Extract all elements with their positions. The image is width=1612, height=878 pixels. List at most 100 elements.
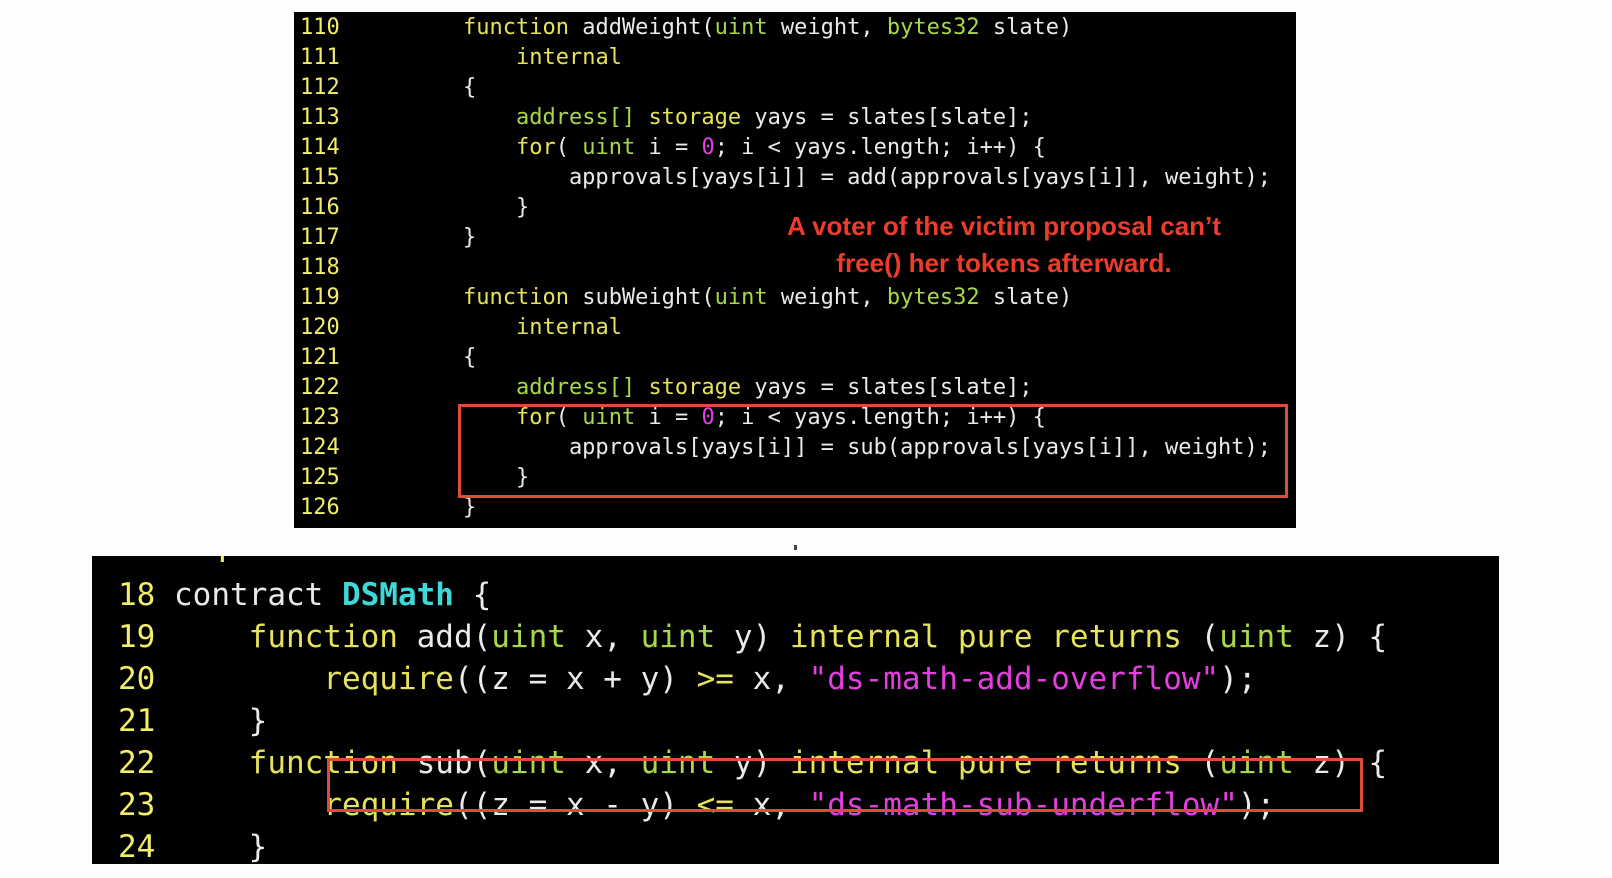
line-number: 23 [118, 787, 156, 823]
code-token: x, [565, 745, 641, 781]
code-token: >= [696, 661, 734, 697]
code-text: function addWeight(uint weight, bytes32 … [410, 15, 1072, 40]
code-token: internal [515, 45, 622, 70]
annotation-line: free() her tokens afterward. [836, 248, 1172, 278]
code-line: 113 address[] storage yays = slates[slat… [294, 103, 1296, 133]
line-number: 123 [300, 405, 340, 430]
code-token: } [410, 465, 530, 490]
code-text: function sub(uint x, uint y) internal pu… [174, 745, 1388, 781]
code-token: ((z = x - y) [453, 787, 697, 823]
code-token: uint [640, 619, 716, 655]
code-text: require((z = x + y) >= x, "ds-math-add-o… [174, 661, 1257, 697]
code-token: add( [397, 619, 492, 655]
code-text: } [174, 829, 268, 865]
code-line: 22 function sub(uint x, uint y) internal… [92, 742, 1499, 784]
code-lines: 18 contract DSMath {19 function add(uint … [92, 574, 1499, 868]
code-token: pure [957, 745, 1033, 781]
code-line: 115 approvals[yays[i]] = add(approvals[y… [294, 163, 1296, 193]
code-token: sub( [397, 745, 492, 781]
code-line: 24 } [92, 826, 1499, 868]
code-text: address[] storage yays = slates[slate]; [410, 375, 1033, 400]
code-token: subWeight( [568, 285, 715, 310]
code-token: i = [635, 135, 702, 160]
code-token: y) [715, 619, 790, 655]
code-token: uint [714, 15, 768, 40]
code-token: ( [1181, 619, 1220, 655]
code-token: uint [582, 405, 636, 430]
code-token: ); [1237, 787, 1276, 823]
code-text: internal [410, 45, 622, 70]
code-line: 111 internal [294, 43, 1296, 73]
annotation-line: A voter of the victim proposal can’t [787, 211, 1221, 241]
code-line: 126 } [294, 493, 1296, 523]
line-number: 120 [300, 315, 340, 340]
code-token: } [174, 703, 268, 739]
code-line: 120 internal [294, 313, 1296, 343]
code-text: approvals[yays[i]] = add(approvals[yays[… [410, 165, 1271, 190]
code-line: 119 function subWeight(uint weight, byte… [294, 283, 1296, 313]
code-token: uint [491, 619, 566, 655]
code-token: require [323, 661, 454, 697]
code-token: uint [1219, 619, 1294, 655]
code-token: yays = slates[slate]; [741, 105, 1033, 130]
code-token: ( [1181, 745, 1220, 781]
code-token: i = [635, 405, 702, 430]
code-token: 0 [701, 135, 715, 160]
code-line: 114 for( uint i = 0; i < yays.length; i+… [294, 133, 1296, 163]
code-token: internal [789, 745, 940, 781]
code-text: internal [410, 315, 622, 340]
line-number: 111 [300, 45, 340, 70]
line-number: 125 [300, 465, 340, 490]
code-token: uint [1219, 745, 1294, 781]
code-token: { [410, 345, 477, 370]
code-text: function subWeight(uint weight, bytes32 … [410, 285, 1072, 310]
line-number: 118 [300, 255, 340, 280]
line-number: 114 [300, 135, 340, 160]
code-line: 21 } [92, 700, 1499, 742]
code-token: for [515, 135, 556, 160]
code-token: approvals[yays[i]] = add(approvals[yays[… [410, 165, 1271, 190]
code-text: require((z = x - y) <= x, "ds-math-sub-u… [174, 787, 1275, 823]
code-line: 112 { [294, 73, 1296, 103]
line-number: 119 [300, 285, 340, 310]
code-token: y) [715, 745, 790, 781]
code-token: } [410, 495, 477, 520]
code-line: 122 address[] storage yays = slates[slat… [294, 373, 1296, 403]
code-line: 123 for( uint i = 0; i < yays.length; i+… [294, 403, 1296, 433]
code-token: ((z = x + y) [453, 661, 697, 697]
code-token: slate) [979, 285, 1073, 310]
code-token: address[] [515, 375, 636, 400]
code-token: function [462, 285, 569, 310]
code-line: 19 function add(uint x, uint y) internal… [92, 616, 1499, 658]
code-text: for( uint i = 0; i < yays.length; i++) { [410, 405, 1046, 430]
code-text: { [410, 345, 476, 370]
code-token: "ds-math-add-overflow" [808, 661, 1220, 697]
code-token: require [323, 787, 454, 823]
code-token: weight, [767, 285, 887, 310]
code-text: } [410, 465, 529, 490]
code-token: returns [1051, 745, 1182, 781]
code-token: x, [733, 661, 809, 697]
mouse-cursor-icon [794, 545, 797, 550]
code-token: z) { [1293, 619, 1388, 655]
code-text: address[] storage yays = slates[slate]; [410, 105, 1033, 130]
code-text: } [410, 195, 529, 220]
code-text: } [410, 225, 476, 250]
code-token: x, [733, 787, 809, 823]
code-token: ); [1219, 661, 1257, 697]
code-token: { [410, 75, 477, 100]
line-number: 24 [118, 829, 156, 865]
code-line: 125 } [294, 463, 1296, 493]
code-line: 20 require((z = x + y) >= x, "ds-math-ad… [92, 658, 1499, 700]
